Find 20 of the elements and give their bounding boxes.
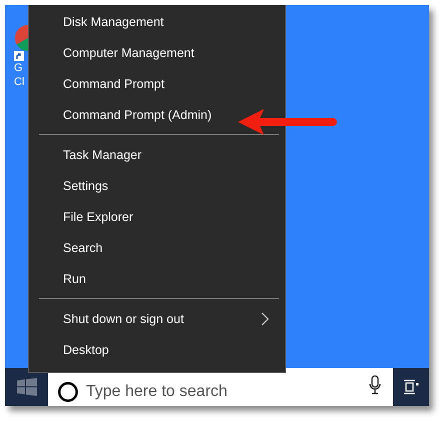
menu-item[interactable]: Command Prompt (Admin) bbox=[59, 104, 216, 124]
task-view-icon[interactable] bbox=[403, 379, 419, 395]
icon-label: Cl bbox=[14, 75, 24, 89]
menu-item[interactable]: Search bbox=[59, 238, 107, 258]
menu-item[interactable]: Run bbox=[59, 268, 90, 288]
circle-icon bbox=[58, 382, 78, 402]
search-box[interactable]: Type here to search bbox=[48, 368, 393, 406]
menu-item[interactable]: Command Prompt bbox=[59, 74, 168, 94]
windows-icon[interactable] bbox=[16, 378, 36, 396]
icon-label: G bbox=[14, 61, 23, 75]
shortcut-arrow-icon bbox=[14, 51, 24, 61]
menu-item[interactable]: Shut down or sign out bbox=[59, 308, 273, 328]
menu-item[interactable]: Disk Management bbox=[59, 12, 168, 32]
microphone-icon[interactable] bbox=[369, 375, 381, 395]
menu-item[interactable]: Settings bbox=[59, 176, 112, 196]
menu-item[interactable]: Computer Management bbox=[59, 42, 198, 62]
search-field[interactable]: Type here to search bbox=[86, 382, 361, 402]
menu-item[interactable]: Desktop bbox=[59, 340, 113, 360]
menu-item[interactable]: File Explorer bbox=[59, 206, 138, 226]
menu-item[interactable]: Task Manager bbox=[59, 144, 146, 164]
